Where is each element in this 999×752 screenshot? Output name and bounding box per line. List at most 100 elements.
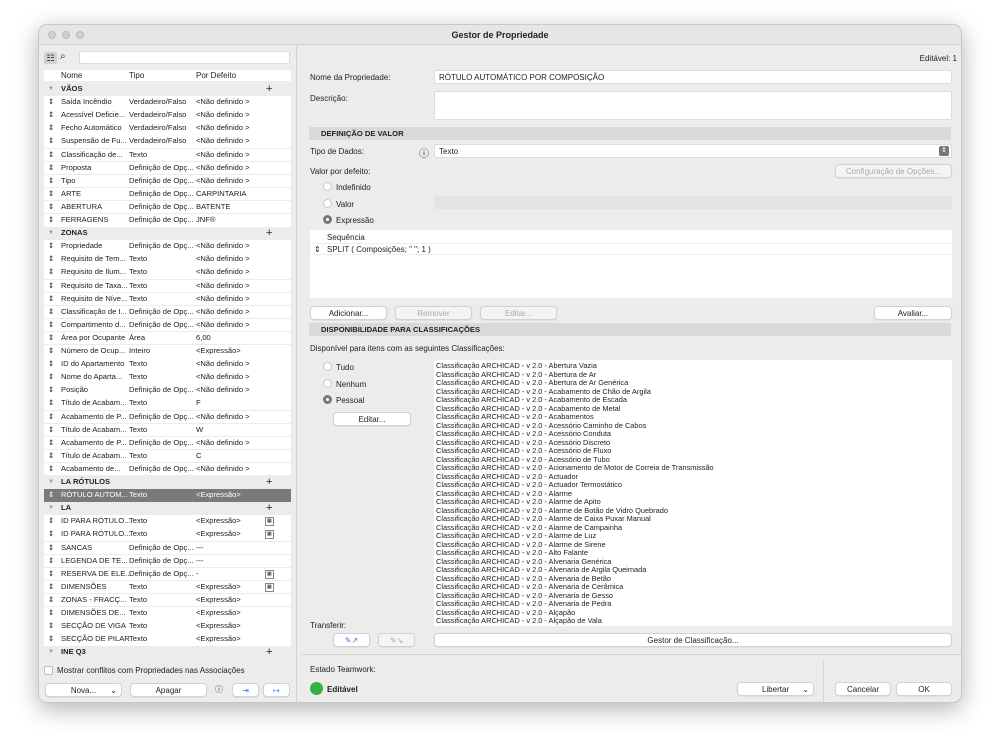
drag-handle-icon[interactable]: ⇕: [314, 245, 321, 254]
property-row[interactable]: ⇕ Proposta Definição de Opç... <Não definid…: [44, 161, 291, 175]
radio-expression[interactable]: [323, 215, 332, 224]
property-row[interactable]: ⇕ ID PARA RÓTULO... Texto <Expressão> ▦: [44, 528, 291, 541]
classification-list[interactable]: Classificação ARCHICAD - v 2.0 - Abertur…: [434, 360, 952, 626]
search-icon[interactable]: ⌕: [60, 51, 66, 62]
property-row[interactable]: ⇕ Propriedade Definição de Opç... <Não defi…: [44, 240, 291, 253]
radio-custom[interactable]: [323, 395, 332, 404]
drag-handle-icon[interactable]: ⇕: [48, 149, 54, 162]
classification-item[interactable]: Classificação ARCHICAD - v 2.0 - Alçapão…: [436, 616, 950, 626]
radio-undefined[interactable]: [323, 182, 332, 191]
info-icon[interactable]: ⓘ: [212, 683, 226, 697]
disclosure-triangle-icon[interactable]: ▼: [48, 83, 54, 96]
sequence-header[interactable]: Sequência: [327, 233, 365, 242]
property-row[interactable]: ⇕ Classificação de... Texto <Não definido >: [44, 148, 291, 162]
property-row[interactable]: ⇕ Compartimento d... Definição de Opç... <N…: [44, 318, 291, 332]
options-config-button[interactable]: Configuração de Opções...: [835, 164, 952, 178]
property-row[interactable]: ⇕ Tipo Definição de Opç... <Não definido >: [44, 174, 291, 188]
add-button[interactable]: Adicionar...: [310, 306, 387, 320]
edit-expression-button[interactable]: Editar...: [480, 306, 557, 320]
availability-header[interactable]: DISPONIBILIDADE PARA CLASSIFICAÇÕES: [309, 323, 951, 336]
drag-handle-icon[interactable]: ⇕: [48, 607, 54, 620]
drag-handle-icon[interactable]: ⇕: [48, 397, 54, 410]
close-window-button[interactable]: [48, 31, 56, 39]
data-type-select[interactable]: Texto ⇕: [434, 144, 952, 158]
property-row[interactable]: ⇕ ID PARA RÓTULO... Texto <Expressão> ▦: [44, 515, 291, 528]
value-input[interactable]: [434, 196, 952, 209]
disclosure-triangle-icon[interactable]: ▼: [48, 227, 54, 240]
chevron-down-icon[interactable]: ⌄: [802, 683, 809, 696]
group-la[interactable]: ▼ LA +: [44, 502, 291, 515]
property-row[interactable]: ⇕ Número de Ocup... Inteiro <Expressão>: [44, 345, 291, 358]
cancel-button[interactable]: Cancelar: [835, 682, 891, 696]
property-row[interactable]: ⇕ Nome do Aparta... Texto <Não definido >: [44, 371, 291, 384]
property-row[interactable]: ⇕ Acabamento de P... Definição de Opç... <N…: [44, 410, 291, 423]
release-button[interactable]: Libertar ⌄: [737, 682, 814, 696]
drag-handle-icon[interactable]: ⇕: [48, 489, 54, 502]
property-row[interactable]: ⇕ SECÇÃO DE VIGA Texto <Expressão>: [44, 620, 291, 633]
search-input[interactable]: [79, 51, 290, 64]
add-property-icon[interactable]: +: [266, 476, 272, 489]
description-input[interactable]: [434, 91, 952, 120]
drag-handle-icon[interactable]: ⇕: [48, 594, 54, 607]
disclosure-triangle-icon[interactable]: ▼: [48, 646, 54, 659]
property-row[interactable]: ⇕ Acabamento de P... Definição de Opç... <N…: [44, 436, 291, 450]
property-row[interactable]: ⇕ RESERVA DE ELE... Definição de Opç... - ▦: [44, 567, 291, 581]
property-name-input[interactable]: RÓTULO AUTOMÁTICO POR COMPOSIÇÃO: [434, 70, 952, 84]
disclosure-triangle-icon[interactable]: ▼: [48, 502, 54, 515]
drag-handle-icon[interactable]: ⇕: [48, 280, 54, 293]
drag-handle-icon[interactable]: ⇕: [48, 293, 54, 306]
drag-handle-icon[interactable]: ⇕: [48, 253, 54, 266]
drag-handle-icon[interactable]: ⇕: [48, 96, 54, 109]
drag-handle-icon[interactable]: ⇕: [48, 306, 54, 319]
drag-handle-icon[interactable]: ⇕: [48, 266, 54, 279]
list-view-icon[interactable]: ☷: [44, 52, 57, 64]
property-row[interactable]: ⇕ Título de Acabam... Texto W: [44, 423, 291, 437]
property-row[interactable]: ⇕ RÓTULO AUTOM... Texto <Expressão>: [44, 489, 291, 502]
group-la-r-tulos[interactable]: ▼ LA RÓTULOS +: [44, 476, 291, 489]
group-v-os[interactable]: ▼ VÃOS +: [44, 83, 291, 96]
drag-handle-icon[interactable]: ⇕: [48, 358, 54, 371]
property-row[interactable]: ⇕ ABERTURA Definição de Opç... BATENTE: [44, 200, 291, 214]
add-property-icon[interactable]: +: [266, 227, 272, 240]
drag-handle-icon[interactable]: ⇕: [48, 332, 54, 345]
eyedropper-icon[interactable]: ✎↗: [333, 633, 370, 647]
property-row[interactable]: ⇕ Requisito de Ilum... Texto <Não definido …: [44, 266, 291, 279]
export-icon[interactable]: ↦: [263, 683, 290, 697]
property-row[interactable]: ⇕ DIMENSÕES Texto <Expressão> ▦: [44, 580, 291, 594]
drag-handle-icon[interactable]: ⇕: [48, 581, 54, 594]
radio-value[interactable]: [323, 199, 332, 208]
drag-handle-icon[interactable]: ⇕: [48, 175, 54, 188]
property-row[interactable]: ⇕ ID do Apartamento Texto <Não definido >: [44, 358, 291, 371]
property-row[interactable]: ⇕ Suspensão de Fu... Verdadeiro/Falso <Não …: [44, 135, 291, 148]
drag-handle-icon[interactable]: ⇕: [48, 240, 54, 253]
radio-none[interactable]: [323, 379, 332, 388]
property-row[interactable]: ⇕ FERRAGENS Definição de Opç... JNF®: [44, 214, 291, 227]
expression-row[interactable]: ⇕ SPLIT ( Composições; " "; 1 ): [310, 243, 952, 255]
property-row[interactable]: ⇕ Título de Acabam... Texto F: [44, 397, 291, 410]
property-row[interactable]: ⇕ Acabamento de... Definição de Opç... <Não…: [44, 462, 291, 476]
add-property-icon[interactable]: +: [266, 83, 272, 96]
property-row[interactable]: ⇕ Saída Incêndio Verdadeiro/Falso <Não defi…: [44, 96, 291, 109]
property-row[interactable]: ⇕ DIMENSÕES DE... Texto <Expressão>: [44, 607, 291, 620]
drag-handle-icon[interactable]: ⇕: [48, 384, 54, 397]
new-button[interactable]: Nova... ⌄: [45, 683, 122, 697]
drag-handle-icon[interactable]: ⇕: [48, 437, 54, 450]
property-row[interactable]: ⇕ Título de Acabam... Texto C: [44, 449, 291, 463]
property-row[interactable]: ⇕ Requisito de Taxa... Texto <Não definido …: [44, 279, 291, 293]
drag-handle-icon[interactable]: ⇕: [48, 109, 54, 122]
chevron-down-icon[interactable]: ⌄: [110, 684, 117, 697]
property-row[interactable]: ⇕ Requisito de Tem... Texto <Não definido >: [44, 253, 291, 266]
drag-handle-icon[interactable]: ⇕: [48, 122, 54, 135]
drag-handle-icon[interactable]: ⇕: [48, 633, 54, 646]
column-header-default[interactable]: Por Defeito: [196, 71, 236, 80]
property-row[interactable]: ⇕ Requisito de Níve... Texto <Não definido …: [44, 292, 291, 306]
disclosure-triangle-icon[interactable]: ▼: [48, 476, 54, 489]
property-row[interactable]: ⇕ ARTE Definição de Opç... CARPINTARIA: [44, 187, 291, 201]
drag-handle-icon[interactable]: ⇕: [48, 188, 54, 201]
ok-button[interactable]: OK: [896, 682, 952, 696]
drag-handle-icon[interactable]: ⇕: [48, 162, 54, 175]
property-row[interactable]: ⇕ SECÇÃO DE PILAR Texto <Expressão>: [44, 633, 291, 646]
property-row[interactable]: ⇕ LEGENDA DE TE... Definição de Opç... ---: [44, 554, 291, 568]
drag-handle-icon[interactable]: ⇕: [48, 319, 54, 332]
drag-handle-icon[interactable]: ⇕: [48, 214, 54, 227]
